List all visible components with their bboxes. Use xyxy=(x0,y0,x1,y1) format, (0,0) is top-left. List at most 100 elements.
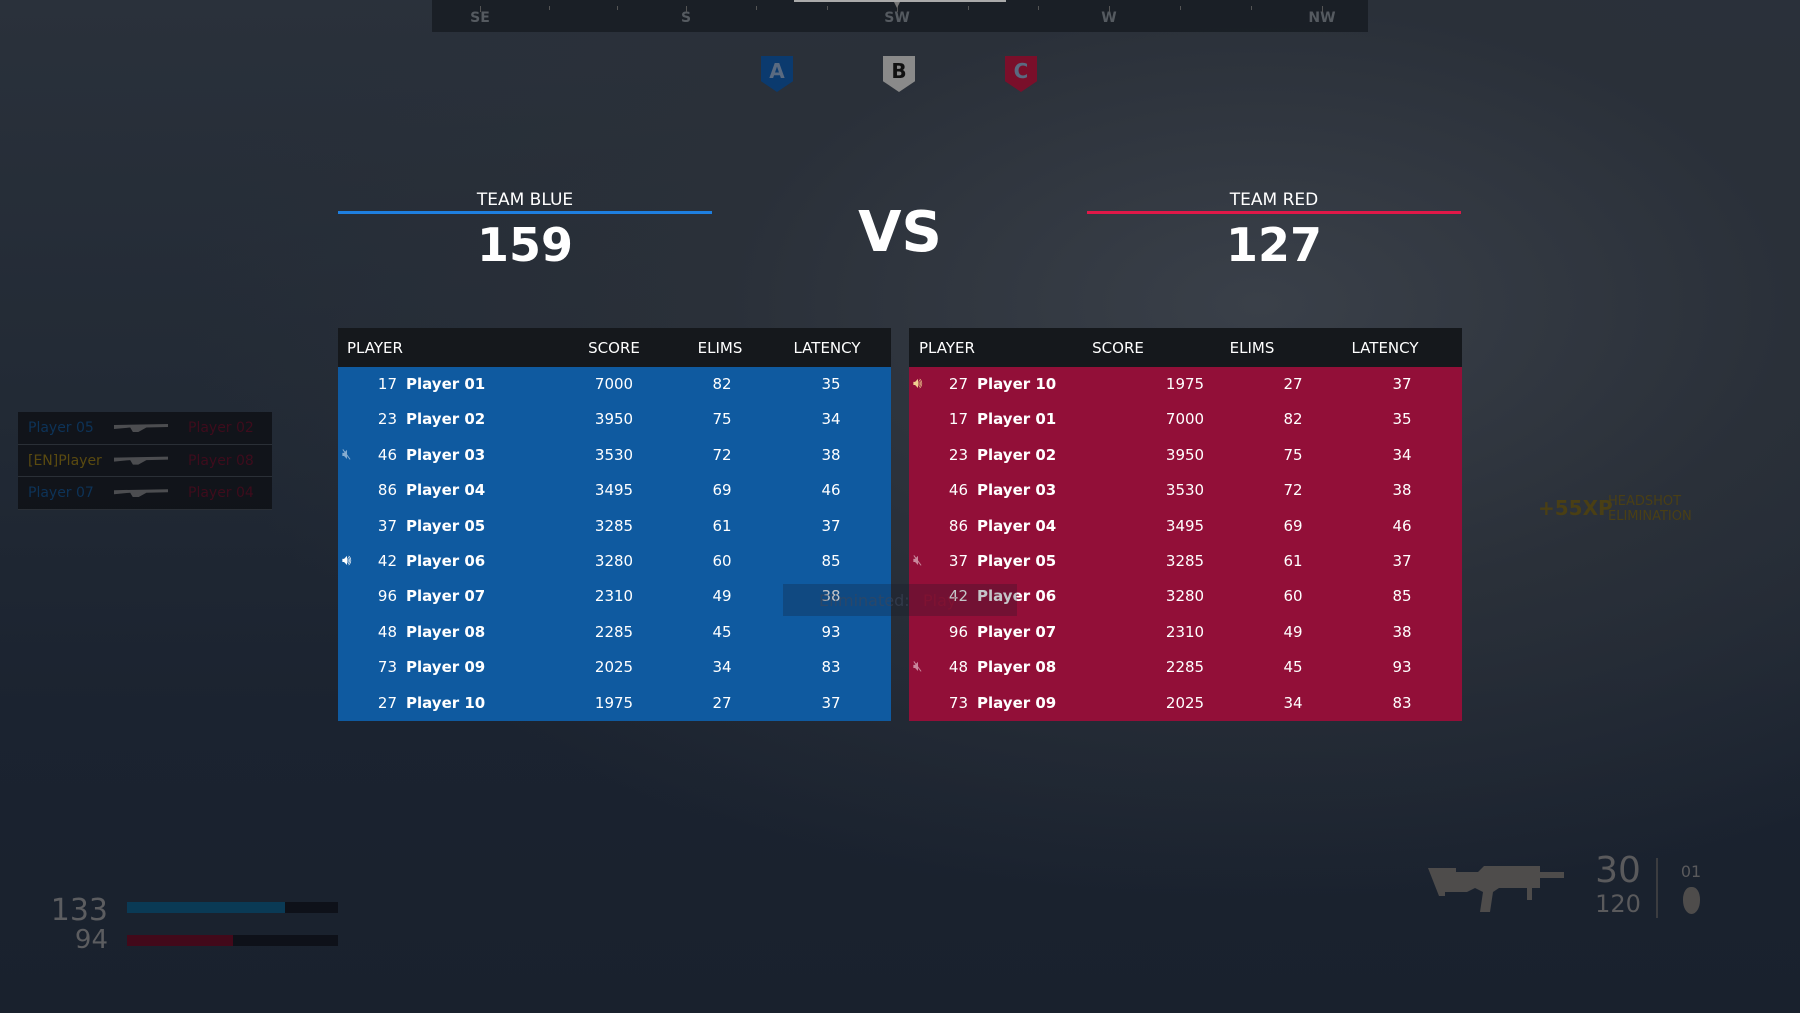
player-level: 48 xyxy=(377,622,397,641)
xp-line1: HEADSHOT xyxy=(1608,494,1682,509)
player-row[interactable]: 48 Player 08 2285 45 93 xyxy=(338,614,891,651)
compass-tick xyxy=(1109,6,1110,12)
player-level: 23 xyxy=(948,445,968,464)
victim-name: Player 08 xyxy=(188,452,254,469)
weapon-icon xyxy=(114,456,168,465)
player-name: Player 02 xyxy=(406,410,486,429)
speaker-icon[interactable]: 🔊︎ xyxy=(342,551,351,569)
player-score: 7000 xyxy=(1165,410,1205,429)
kill-feed-entry: Player 07 Player 04 xyxy=(18,477,272,510)
player-name: Player 02 xyxy=(977,445,1057,464)
objective-flag-a: A xyxy=(761,56,793,92)
team-blue-label: TEAM BLUE xyxy=(476,190,574,210)
player-row[interactable]: 86 Player 04 3495 69 46 xyxy=(909,508,1462,544)
muted-speaker-icon[interactable]: 🔇︎ xyxy=(913,551,922,569)
player-name: Player 07 xyxy=(406,587,486,606)
compass-top-bar xyxy=(794,0,1006,2)
player-latency: 46 xyxy=(1392,516,1412,535)
player-name: Player 09 xyxy=(977,693,1057,712)
player-name: Player 10 xyxy=(406,693,486,712)
player-row[interactable]: 17 Player 01 7000 82 35 xyxy=(338,367,891,403)
player-latency: 83 xyxy=(821,658,841,677)
player-score: 3530 xyxy=(1165,481,1205,500)
player-row[interactable]: 🔇︎ 37 Player 05 3285 61 37 xyxy=(909,543,1462,580)
health-value: 94 xyxy=(74,925,108,955)
player-level: 37 xyxy=(377,516,397,535)
player-row[interactable]: 46 Player 03 3530 72 38 xyxy=(909,473,1462,509)
player-score: 2285 xyxy=(1165,658,1205,677)
elimination-toast: Eliminated: Play xyxy=(783,584,1017,616)
player-score: 3285 xyxy=(1165,551,1205,570)
team-red-scoreboard: PLAYER SCORE ELIMS LATENCY 🔊︎ 27 Player 10 1975… xyxy=(909,328,1462,721)
grenade-icon xyxy=(1683,887,1700,914)
player-elims: 34 xyxy=(712,658,732,677)
player-score: 3280 xyxy=(1165,587,1205,606)
player-row[interactable]: 🔇︎ 46 Player 03 3530 72 38 xyxy=(338,437,891,474)
column-header-score: SCORE xyxy=(588,339,640,357)
player-score: 3280 xyxy=(594,551,634,570)
shield-value: 133 xyxy=(50,893,108,928)
player-name: Player 08 xyxy=(977,658,1057,677)
player-row[interactable]: 🔊︎ 27 Player 10 1975 27 37 xyxy=(909,367,1462,403)
player-score: 3495 xyxy=(594,481,634,500)
player-level: 27 xyxy=(377,693,397,712)
player-elims: 27 xyxy=(1283,375,1303,393)
player-level: 42 xyxy=(377,551,397,570)
muted-speaker-icon[interactable]: 🔇︎ xyxy=(913,657,922,675)
reserve-ammo: 120 xyxy=(1595,890,1641,918)
player-elims: 61 xyxy=(712,516,732,535)
column-header-player: PLAYER xyxy=(919,339,975,357)
player-row[interactable]: 🔊︎ 42 Player 06 3280 60 85 xyxy=(338,543,891,580)
player-row[interactable]: 96 Player 07 2310 49 38 xyxy=(909,614,1462,651)
player-row[interactable]: 23 Player 02 3950 75 34 xyxy=(338,402,891,438)
player-score: 2025 xyxy=(594,658,634,677)
player-level: 73 xyxy=(377,658,397,677)
player-elims: 72 xyxy=(1283,481,1303,500)
player-level: 37 xyxy=(948,551,968,570)
player-elims: 75 xyxy=(1283,445,1303,464)
health-bar xyxy=(127,935,338,946)
compass-tick xyxy=(967,6,969,10)
kill-feed-entry: Player 05 Player 02 xyxy=(18,412,272,445)
compass-tick xyxy=(826,6,828,10)
player-name: Player 05 xyxy=(406,516,486,535)
weapon-icon xyxy=(114,424,168,432)
player-elims: 45 xyxy=(1283,658,1303,677)
player-score: 2285 xyxy=(594,622,634,641)
muted-speaker-icon[interactable]: 🔇︎ xyxy=(342,445,351,463)
player-name: Player 07 xyxy=(977,622,1057,641)
player-row[interactable]: 17 Player 01 7000 82 35 xyxy=(909,402,1462,438)
player-row[interactable]: 73 Player 09 2025 34 83 xyxy=(338,650,891,686)
player-latency: 85 xyxy=(1392,587,1412,606)
player-score: 1975 xyxy=(1165,375,1205,393)
speaker-icon[interactable]: 🔊︎ xyxy=(913,374,922,392)
player-row[interactable]: 23 Player 02 3950 75 34 xyxy=(909,437,1462,474)
grenade-count: 01 xyxy=(1680,862,1702,881)
player-elims: 49 xyxy=(712,587,732,606)
player-level: 23 xyxy=(377,410,397,429)
player-row[interactable]: 37 Player 05 3285 61 37 xyxy=(338,508,891,544)
killer-name: Player 07 xyxy=(28,485,94,502)
player-name: Player 04 xyxy=(406,481,486,500)
player-elims: 45 xyxy=(712,622,732,641)
player-row[interactable]: 73 Player 09 2025 34 83 xyxy=(909,685,1462,721)
team-blue-score: 159 xyxy=(476,218,574,272)
player-elims: 34 xyxy=(1283,693,1303,712)
compass-tick xyxy=(1180,6,1181,10)
player-latency: 85 xyxy=(821,551,841,570)
player-row[interactable]: 86 Player 04 3495 69 46 xyxy=(338,473,891,509)
player-level: 17 xyxy=(948,410,968,429)
player-name: Player 04 xyxy=(977,516,1057,535)
compass-mark-sw: SW xyxy=(884,10,910,26)
xp-amount: +55XP xyxy=(1538,496,1613,520)
player-elims: 82 xyxy=(712,375,732,393)
team-red-label: TEAM RED xyxy=(1229,190,1319,210)
player-elims: 60 xyxy=(712,551,732,570)
team-red-score: 127 xyxy=(1225,218,1323,272)
player-row[interactable]: 🔇︎ 48 Player 08 2285 45 93 xyxy=(909,650,1462,686)
player-latency: 34 xyxy=(821,410,841,429)
compass-bar: SE S SW W NW xyxy=(432,0,1368,32)
player-score: 3950 xyxy=(594,410,634,429)
player-level: 96 xyxy=(377,587,397,606)
player-row[interactable]: 27 Player 10 1975 27 37 xyxy=(338,685,891,721)
